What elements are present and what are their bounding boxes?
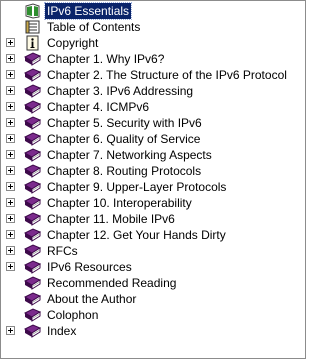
- tree-item[interactable]: Chapter 5. Security with IPv6: [1, 115, 305, 131]
- tree-item-label: Chapter 9. Upper-Layer Protocols: [47, 180, 227, 194]
- tree-item-label: About the Author: [47, 292, 137, 306]
- tree-item-label: Chapter 3. IPv6 Addressing: [47, 84, 194, 98]
- tree-item[interactable]: Chapter 4. ICMPv6: [1, 99, 305, 115]
- tree-item[interactable]: Colophon: [1, 307, 305, 323]
- book-icon: [24, 243, 41, 259]
- book-icon: [24, 323, 41, 339]
- tree-item-label: Table of Contents: [47, 20, 141, 34]
- tree-item-label: Chapter 2. The Structure of the IPv6 Pro…: [47, 68, 287, 82]
- book-icon: [24, 259, 41, 275]
- tree-item-label: Copyright: [47, 36, 99, 50]
- expand-plus-icon[interactable]: [6, 326, 15, 335]
- tree-item-label: Chapter 6. Quality of Service: [47, 132, 201, 146]
- expand-plus-icon[interactable]: [6, 182, 15, 191]
- tree-item[interactable]: Index: [1, 323, 305, 339]
- tree-item[interactable]: IPv6 Resources: [1, 259, 305, 275]
- book-icon: [24, 67, 41, 83]
- tree-item[interactable]: Chapter 2. The Structure of the IPv6 Pro…: [1, 67, 305, 83]
- book-icon: [24, 275, 41, 291]
- tree-item-label: Chapter 4. ICMPv6: [47, 100, 150, 114]
- tree-item[interactable]: Chapter 1. Why IPv6?: [1, 51, 305, 67]
- tree-item[interactable]: Chapter 8. Routing Protocols: [1, 163, 305, 179]
- expand-plus-icon[interactable]: [6, 38, 15, 47]
- expand-plus-icon[interactable]: [6, 198, 15, 207]
- expand-plus-icon[interactable]: [6, 102, 15, 111]
- toc-tree: IPv6 Essentials Table of Contents Copyrigh…: [1, 2, 305, 339]
- tree-item-label: Recommended Reading: [47, 276, 177, 290]
- tree-item-label: Chapter 11. Mobile IPv6: [47, 212, 175, 226]
- toc-icon: [24, 19, 41, 35]
- tree-item[interactable]: Chapter 12. Get Your Hands Dirty: [1, 227, 305, 243]
- tree-item[interactable]: Chapter 10. Interoperability: [1, 195, 305, 211]
- info-icon: [24, 35, 41, 51]
- tree-item[interactable]: About the Author: [1, 291, 305, 307]
- book-icon: [24, 99, 41, 115]
- tree-item[interactable]: Chapter 9. Upper-Layer Protocols: [1, 179, 305, 195]
- tree-item-label: Chapter 10. Interoperability: [47, 196, 192, 210]
- book-page-icon: [24, 3, 41, 19]
- expand-plus-icon[interactable]: [6, 86, 15, 95]
- expand-plus-icon[interactable]: [6, 262, 15, 271]
- book-icon: [24, 195, 41, 211]
- expand-plus-icon[interactable]: [6, 230, 15, 239]
- tree-item[interactable]: Recommended Reading: [1, 275, 305, 291]
- tree-item-label: Chapter 8. Routing Protocols: [47, 164, 202, 178]
- tree-item-label: IPv6 Essentials: [43, 2, 133, 20]
- book-icon: [24, 291, 41, 307]
- book-icon: [24, 163, 41, 179]
- tree-item[interactable]: Table of Contents: [1, 19, 305, 35]
- expand-plus-icon[interactable]: [6, 70, 15, 79]
- expand-plus-icon[interactable]: [6, 54, 15, 63]
- tree-item-label: IPv6 Resources: [47, 260, 132, 274]
- book-icon: [24, 115, 41, 131]
- tree-item[interactable]: Copyright: [1, 35, 305, 51]
- tree-item[interactable]: IPv6 Essentials: [1, 2, 305, 20]
- book-icon: [24, 227, 41, 243]
- book-icon: [24, 131, 41, 147]
- tree-item-label: RFCs: [47, 244, 78, 258]
- expand-plus-icon[interactable]: [6, 166, 15, 175]
- book-icon: [24, 147, 41, 163]
- expand-plus-icon[interactable]: [6, 150, 15, 159]
- tree-item[interactable]: Chapter 3. IPv6 Addressing: [1, 83, 305, 99]
- expand-plus-icon[interactable]: [6, 118, 15, 127]
- tree-item-label: Chapter 5. Security with IPv6: [47, 116, 202, 130]
- book-icon: [24, 211, 41, 227]
- tree-item[interactable]: Chapter 6. Quality of Service: [1, 131, 305, 147]
- tree-item-label: Index: [47, 324, 77, 338]
- tree-item-label: Colophon: [47, 308, 99, 322]
- book-icon: [24, 307, 41, 323]
- tree-item-label: Chapter 7. Networking Aspects: [47, 148, 212, 162]
- toc-tree-panel: IPv6 Essentials Table of Contents Copyrigh…: [0, 0, 306, 359]
- tree-item[interactable]: Chapter 11. Mobile IPv6: [1, 211, 305, 227]
- expand-plus-icon[interactable]: [6, 134, 15, 143]
- tree-item[interactable]: Chapter 7. Networking Aspects: [1, 147, 305, 163]
- book-icon: [24, 83, 41, 99]
- expand-plus-icon[interactable]: [6, 214, 15, 223]
- tree-item-label: Chapter 1. Why IPv6?: [47, 52, 165, 66]
- tree-item[interactable]: RFCs: [1, 243, 305, 259]
- expand-plus-icon[interactable]: [6, 246, 15, 255]
- book-icon: [24, 179, 41, 195]
- tree-item-label: Chapter 12. Get Your Hands Dirty: [47, 228, 226, 242]
- book-icon: [24, 51, 41, 67]
